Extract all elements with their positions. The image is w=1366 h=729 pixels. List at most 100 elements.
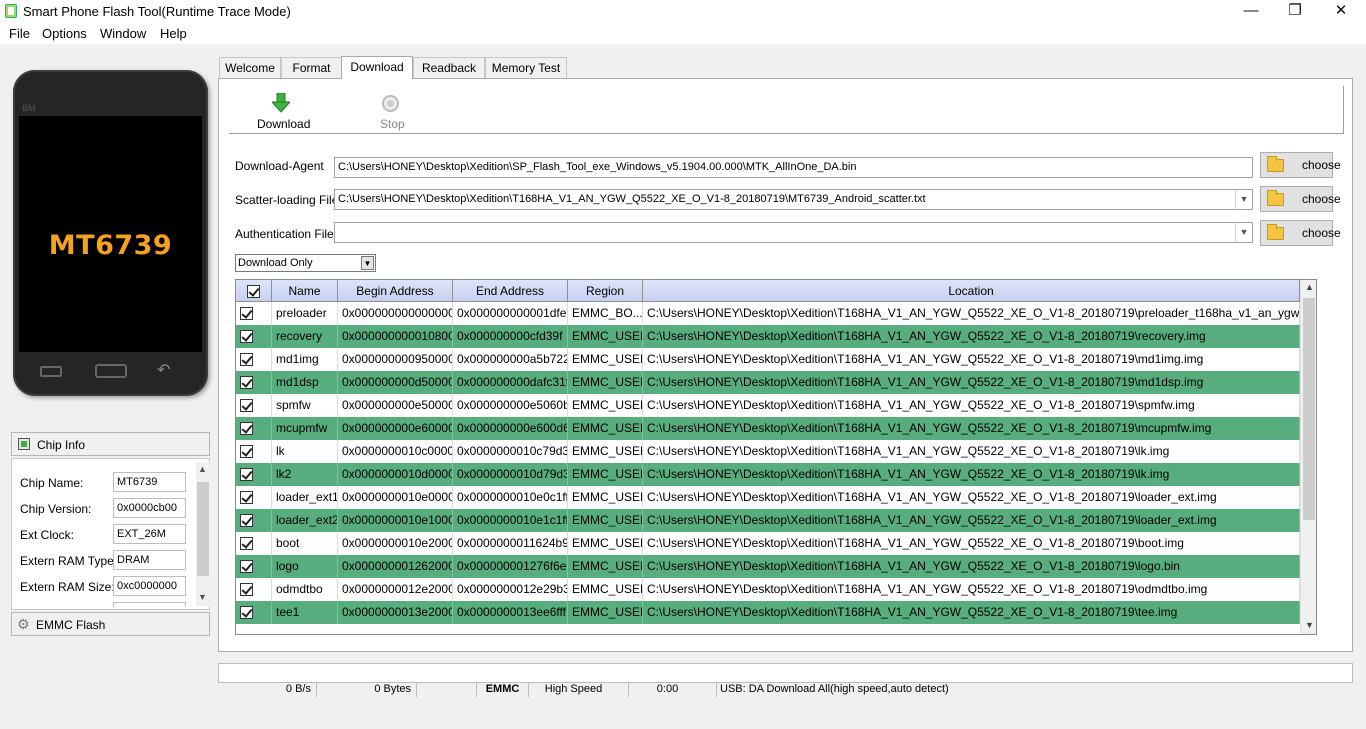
row-checkbox[interactable] (240, 445, 253, 458)
row-checkbox[interactable] (240, 399, 253, 412)
choose-label: choose (1302, 192, 1341, 206)
table-row[interactable]: odmdtbo 0x0000000012e20000 0x0000000012e29… (236, 578, 1300, 601)
status-storage: EMMC (477, 683, 529, 697)
close-button[interactable]: ✕ (1318, 0, 1364, 23)
chevron-up-icon[interactable]: ▲ (1305, 282, 1314, 292)
status-spacer (417, 683, 477, 697)
cell-end-address: 0x0000000010e0c1ff (453, 486, 568, 509)
table-scroll-thumb[interactable] (1303, 298, 1315, 520)
status-speed: 0 B/s (218, 683, 317, 697)
cell-location: C:\Users\HONEY\Desktop\Xedition\T168HA_V… (643, 394, 1300, 417)
table-row[interactable]: recovery 0x0000000000108000 0x000000000cfd… (236, 325, 1300, 348)
window-title: Smart Phone Flash Tool(Runtime Trace Mod… (23, 4, 291, 19)
download-agent-input[interactable]: C:\Users\HONEY\Desktop\Xedition\SP_Flash… (334, 157, 1253, 178)
header-end-address[interactable]: End Address (453, 280, 568, 302)
table-row[interactable]: lk2 0x0000000010d00000 0x0000000010d79d3f E… (236, 463, 1300, 486)
table-row[interactable]: logo 0x0000000012620000 0x000000001276f6ef… (236, 555, 1300, 578)
row-checkbox[interactable] (240, 468, 253, 481)
table-scrollbar[interactable]: ▲ ▼ (1300, 280, 1316, 634)
download-mode-select[interactable]: Download Only ▼ (235, 254, 376, 272)
cell-checkbox (236, 417, 272, 440)
cell-name: md1img (272, 348, 338, 371)
row-checkbox[interactable] (240, 376, 253, 389)
menu-window[interactable]: Window (100, 26, 146, 41)
row-checkbox[interactable] (240, 606, 253, 619)
minimize-button[interactable]: — (1228, 0, 1274, 23)
tab-download[interactable]: Download (341, 56, 413, 79)
table-row[interactable]: loader_ext1 0x0000000010e00000 0x000000001… (236, 486, 1300, 509)
chevron-down-icon[interactable]: ▼ (1305, 620, 1314, 630)
cell-checkbox (236, 486, 272, 509)
cell-region: EMMC_USER (568, 394, 643, 417)
home-key-icon (95, 364, 127, 378)
cell-checkbox (236, 394, 272, 417)
table-row[interactable]: tee1 0x0000000013e20000 0x0000000013ee6fff… (236, 601, 1300, 624)
select-all-checkbox[interactable] (247, 285, 260, 298)
menu-bar: File Options Window Help (0, 23, 1366, 44)
cell-location: C:\Users\HONEY\Desktop\Xedition\T168HA_V… (643, 463, 1300, 486)
menu-file[interactable]: File (9, 26, 30, 41)
chevron-down-icon[interactable]: ▼ (361, 256, 374, 270)
row-checkbox[interactable] (240, 307, 253, 320)
table-row[interactable]: spmfw 0x000000000e500000 0x000000000e5060b… (236, 394, 1300, 417)
row-checkbox[interactable] (240, 514, 253, 527)
row-checkbox[interactable] (240, 560, 253, 573)
ram-size-field[interactable]: 0xc0000000 (113, 576, 186, 596)
table-row[interactable]: loader_ext2 0x0000000010e10000 0x000000001… (236, 509, 1300, 532)
status-usb: USB: DA Download All(high speed,auto det… (720, 683, 949, 695)
cell-checkbox (236, 325, 272, 348)
table-row[interactable]: mcupmfw 0x000000000e600000 0x000000000e600… (236, 417, 1300, 440)
chip-scroll-thumb[interactable] (197, 482, 209, 576)
row-checkbox[interactable] (240, 353, 253, 366)
chevron-down-icon[interactable]: ▼ (1235, 190, 1252, 209)
choose-auth-file-button[interactable]: choose (1260, 220, 1341, 246)
header-location[interactable]: Location (643, 280, 1300, 302)
row-checkbox[interactable] (240, 537, 253, 550)
row-checkbox[interactable] (240, 422, 253, 435)
cell-end-address: 0x0000000013ee6fff (453, 601, 568, 624)
chip-info-scrollbar[interactable]: ▲ ▼ (196, 462, 210, 606)
header-name[interactable]: Name (272, 280, 338, 302)
stop-button[interactable]: Stop (372, 92, 412, 132)
row-checkbox[interactable] (240, 330, 253, 343)
table-row[interactable]: boot 0x0000000010e20000 0x0000000011624b9f… (236, 532, 1300, 555)
cell-region: EMMC_USER (568, 417, 643, 440)
scatter-file-input[interactable]: C:\Users\HONEY\Desktop\Xedition\T168HA_V… (334, 189, 1253, 210)
row-checkbox[interactable] (240, 491, 253, 504)
ram-type-field[interactable]: DRAM (113, 550, 186, 570)
restore-button[interactable]: ❐ (1272, 0, 1318, 23)
chip-info-header[interactable]: Chip Info (11, 432, 210, 456)
tab-memory-test[interactable]: Memory Test (485, 57, 567, 78)
menu-options[interactable]: Options (42, 26, 87, 41)
tab-format[interactable]: Format (281, 57, 342, 78)
table-row[interactable]: md1dsp 0x000000000d500000 0x000000000dafc3… (236, 371, 1300, 394)
menu-help[interactable]: Help (160, 26, 187, 41)
tab-readback[interactable]: Readback (413, 57, 485, 78)
table-row[interactable]: preloader 0x0000000000000000 0x00000000000… (236, 302, 1300, 325)
cell-end-address: 0x0000000011624b9f (453, 532, 568, 555)
chevron-up-icon[interactable]: ▲ (198, 464, 207, 474)
emmc-flash-header[interactable]: ⚙ EMMC Flash (11, 612, 210, 636)
choose-download-agent-button[interactable]: choose (1260, 152, 1341, 178)
cell-end-address: 0x0000000010c79d3f (453, 440, 568, 463)
cell-end-address: 0x000000000cfd39f (453, 325, 568, 348)
cell-location: C:\Users\HONEY\Desktop\Xedition\T168HA_V… (643, 601, 1300, 624)
chevron-down-icon[interactable]: ▼ (1235, 223, 1252, 242)
header-region[interactable]: Region (568, 280, 643, 302)
chip-version-field[interactable]: 0x0000cb00 (113, 498, 186, 518)
chevron-down-icon[interactable]: ▼ (198, 592, 207, 602)
download-button[interactable]: Download (253, 92, 310, 132)
header-begin-address[interactable]: Begin Address (338, 280, 453, 302)
auth-file-input[interactable]: ▼ (334, 222, 1253, 243)
cell-end-address: 0x000000000a5b722f (453, 348, 568, 371)
table-row[interactable]: md1img 0x0000000009500000 0x000000000a5b72… (236, 348, 1300, 371)
row-checkbox[interactable] (240, 583, 253, 596)
choose-scatter-file-button[interactable]: choose (1260, 186, 1341, 212)
chip-info-title: Chip Info (37, 438, 86, 452)
table-row[interactable]: lk 0x0000000010c00000 0x0000000010c79d3f EM… (236, 440, 1300, 463)
select-all-cell[interactable] (236, 280, 272, 302)
tab-welcome[interactable]: Welcome (219, 57, 281, 78)
ext-clock-field[interactable]: EXT_26M (113, 524, 186, 544)
chip-name-field[interactable]: MT6739 (113, 472, 186, 492)
download-mode-value: Download Only (238, 257, 313, 269)
